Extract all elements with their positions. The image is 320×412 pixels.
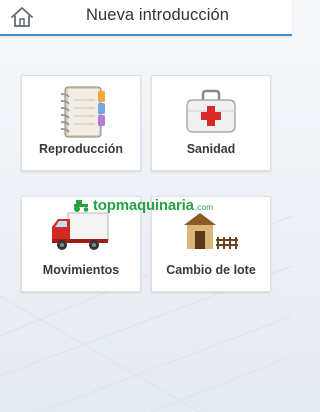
first-aid-kit-icon	[186, 89, 236, 133]
page-title: Nueva introducción	[86, 6, 230, 24]
cambio-de-lote-label: Cambio de lote	[166, 263, 256, 277]
reproduccion-button[interactable]: Reproducción	[21, 75, 141, 171]
home-icon	[11, 7, 33, 27]
truck-icon	[52, 212, 109, 250]
barn-icon	[184, 213, 238, 249]
sanidad-button[interactable]: Sanidad	[151, 75, 271, 171]
movimientos-button[interactable]: Movimientos	[21, 196, 141, 292]
cambio-de-lote-button[interactable]: Cambio de lote	[151, 196, 271, 292]
top-bar: Nueva introducción	[0, 0, 292, 36]
sanidad-label: Sanidad	[186, 142, 236, 156]
notebook-icon	[60, 86, 105, 138]
movimientos-label: Movimientos	[42, 263, 120, 277]
home-button[interactable]	[9, 5, 35, 29]
reproduccion-label: Reproducción	[38, 142, 124, 156]
